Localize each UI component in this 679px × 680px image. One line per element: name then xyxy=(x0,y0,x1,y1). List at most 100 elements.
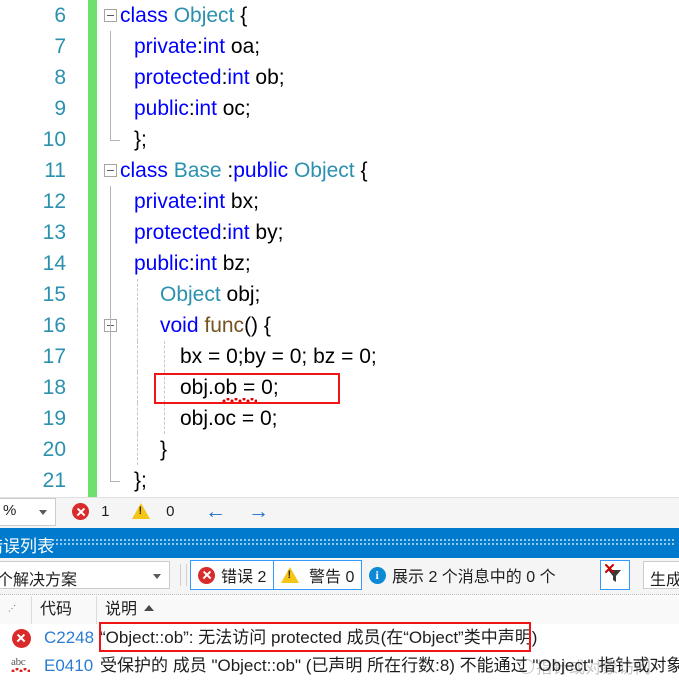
code-line[interactable]: 18 obj.ob = 0; xyxy=(0,372,679,403)
indent-guide xyxy=(110,217,111,248)
code-token: } xyxy=(160,438,168,461)
code-token: bx = 0;by = 0; bz = 0; xyxy=(180,345,377,368)
code-token: int xyxy=(227,66,250,89)
code-token: : xyxy=(221,159,234,182)
code-editor[interactable]: 6 class Object {7 private:int oa; 8 protecte… xyxy=(0,0,679,497)
code-token: { xyxy=(354,159,368,182)
code-line[interactable]: 17 bx = 0;by = 0; bz = 0; xyxy=(0,341,679,372)
change-indicator-bar xyxy=(88,341,97,372)
code-token: obj.oc = 0; xyxy=(180,407,278,430)
code-token: public xyxy=(134,97,189,120)
watermark-overlay: 指针或对象访问 xyxy=(519,654,652,678)
change-indicator-bar xyxy=(88,434,97,465)
build-filter-dropdown[interactable]: 生成 + Int xyxy=(643,561,679,589)
panel-drag-grip[interactable] xyxy=(52,539,675,547)
scope-filter-value: 个解决方案 xyxy=(0,572,78,589)
error-code[interactable]: C2248 xyxy=(44,624,94,652)
status-warning-count[interactable]: 0 xyxy=(132,503,175,520)
code-token: int xyxy=(202,190,226,213)
column-header-icon[interactable]: ⋰ xyxy=(0,596,32,624)
code-text: bx = 0;by = 0; bz = 0; xyxy=(180,341,377,372)
column-header-code[interactable]: 代码 xyxy=(32,596,97,624)
code-token: int xyxy=(202,35,226,58)
code-line[interactable]: 8 protected:int ob; xyxy=(0,62,679,93)
build-filter-value: 生成 + Int xyxy=(650,572,679,589)
chevron-down-icon xyxy=(153,574,161,579)
filter-messages-button[interactable]: 展示 2 个消息中的 0 个 xyxy=(361,560,564,590)
column-options-icon: ⋰ xyxy=(8,604,16,613)
line-number: 16 xyxy=(42,314,66,337)
status-error-count[interactable]: 1 xyxy=(72,503,110,520)
code-line[interactable]: 21}; xyxy=(0,465,679,496)
status-error-count-value: 1 xyxy=(101,503,110,520)
code-token: Object xyxy=(293,159,355,182)
indent-guide xyxy=(137,434,138,465)
warning-icon xyxy=(281,567,299,583)
line-number: 7 xyxy=(54,35,66,58)
navigate-forward-button[interactable]: → xyxy=(248,501,269,522)
line-number: 11 xyxy=(44,159,66,182)
code-line[interactable]: 10}; xyxy=(0,124,679,155)
code-line[interactable]: 13 protected:int by; xyxy=(0,217,679,248)
code-token: }; xyxy=(134,128,147,151)
error-icon xyxy=(198,566,215,584)
collapse-region-icon[interactable] xyxy=(104,164,117,177)
collapse-region-icon[interactable] xyxy=(104,9,117,22)
code-line[interactable]: 16 void func() { xyxy=(0,310,679,341)
indent-guide xyxy=(110,248,111,279)
watermark-ring-icon xyxy=(519,659,534,674)
indent-guide xyxy=(137,341,138,372)
error-description: “Object::ob”: 无法访问 protected 成员(在“Object… xyxy=(100,628,538,647)
line-number: 8 xyxy=(54,66,66,89)
code-text: class Base :public Object { xyxy=(120,155,368,186)
code-token: }; xyxy=(134,469,147,492)
indent-guide xyxy=(137,372,138,403)
line-number: 6 xyxy=(54,4,66,27)
code-token: { xyxy=(234,4,248,27)
column-header-description[interactable]: 说明 xyxy=(97,596,679,624)
change-indicator-bar xyxy=(88,31,97,62)
code-line[interactable]: 7 private:int oa; xyxy=(0,31,679,62)
column-header-description-label: 说明 xyxy=(105,601,138,618)
code-token: private xyxy=(134,35,198,58)
code-text: public:int bz; xyxy=(134,248,251,279)
code-line[interactable]: 20} xyxy=(0,434,679,465)
filter-warnings-button[interactable]: 警告 0 xyxy=(273,560,363,590)
navigate-back-button[interactable]: ← xyxy=(205,501,226,522)
indent-guide xyxy=(110,434,111,465)
code-text: }; xyxy=(134,465,147,496)
code-line[interactable]: 11 class Base :public Object { xyxy=(0,155,679,186)
indent-guide xyxy=(164,341,165,372)
zoom-level-dropdown[interactable]: % xyxy=(0,498,56,526)
code-token: void xyxy=(160,314,205,337)
code-token: Base xyxy=(173,159,222,182)
indent-guide xyxy=(110,31,111,62)
change-indicator-bar xyxy=(88,124,97,155)
clear-filter-button[interactable] xyxy=(600,560,630,590)
indent-guide xyxy=(110,310,111,341)
scope-filter-dropdown[interactable]: 个解决方案 xyxy=(0,561,170,589)
code-token: Object xyxy=(173,4,235,27)
code-line[interactable]: 14 public:int bz; xyxy=(0,248,679,279)
change-indicator-bar xyxy=(88,217,97,248)
code-text: class Object { xyxy=(120,0,247,31)
code-line[interactable]: 19 obj.oc = 0; xyxy=(0,403,679,434)
line-number: 14 xyxy=(42,252,66,275)
code-line[interactable]: 12 private:int bx; xyxy=(0,186,679,217)
change-indicator-bar xyxy=(88,0,97,31)
indent-guide xyxy=(110,186,111,217)
error-list-column-header: ⋰ 代码 说明 xyxy=(0,596,679,625)
table-row[interactable]: C2248 “Object::ob”: 无法访问 protected 成员(在“… xyxy=(0,624,679,652)
code-line[interactable]: 6 class Object { xyxy=(0,0,679,31)
line-number: 10 xyxy=(42,128,66,151)
error-list-panel-title-bar[interactable]: 错误列表 xyxy=(0,528,679,558)
code-text: protected:int ob; xyxy=(134,62,285,93)
change-indicator-bar xyxy=(88,310,97,341)
error-list-toolbar: 个解决方案 错误 2 警告 0 展示 2 个消息中的 0 个 xyxy=(0,558,679,595)
line-number: 12 xyxy=(42,190,66,213)
error-code[interactable]: E0410 xyxy=(44,652,93,680)
filter-errors-button[interactable]: 错误 2 xyxy=(190,560,275,590)
indent-guide xyxy=(110,372,111,403)
code-line[interactable]: 15 Object obj; xyxy=(0,279,679,310)
code-line[interactable]: 9 public:int oc; xyxy=(0,93,679,124)
